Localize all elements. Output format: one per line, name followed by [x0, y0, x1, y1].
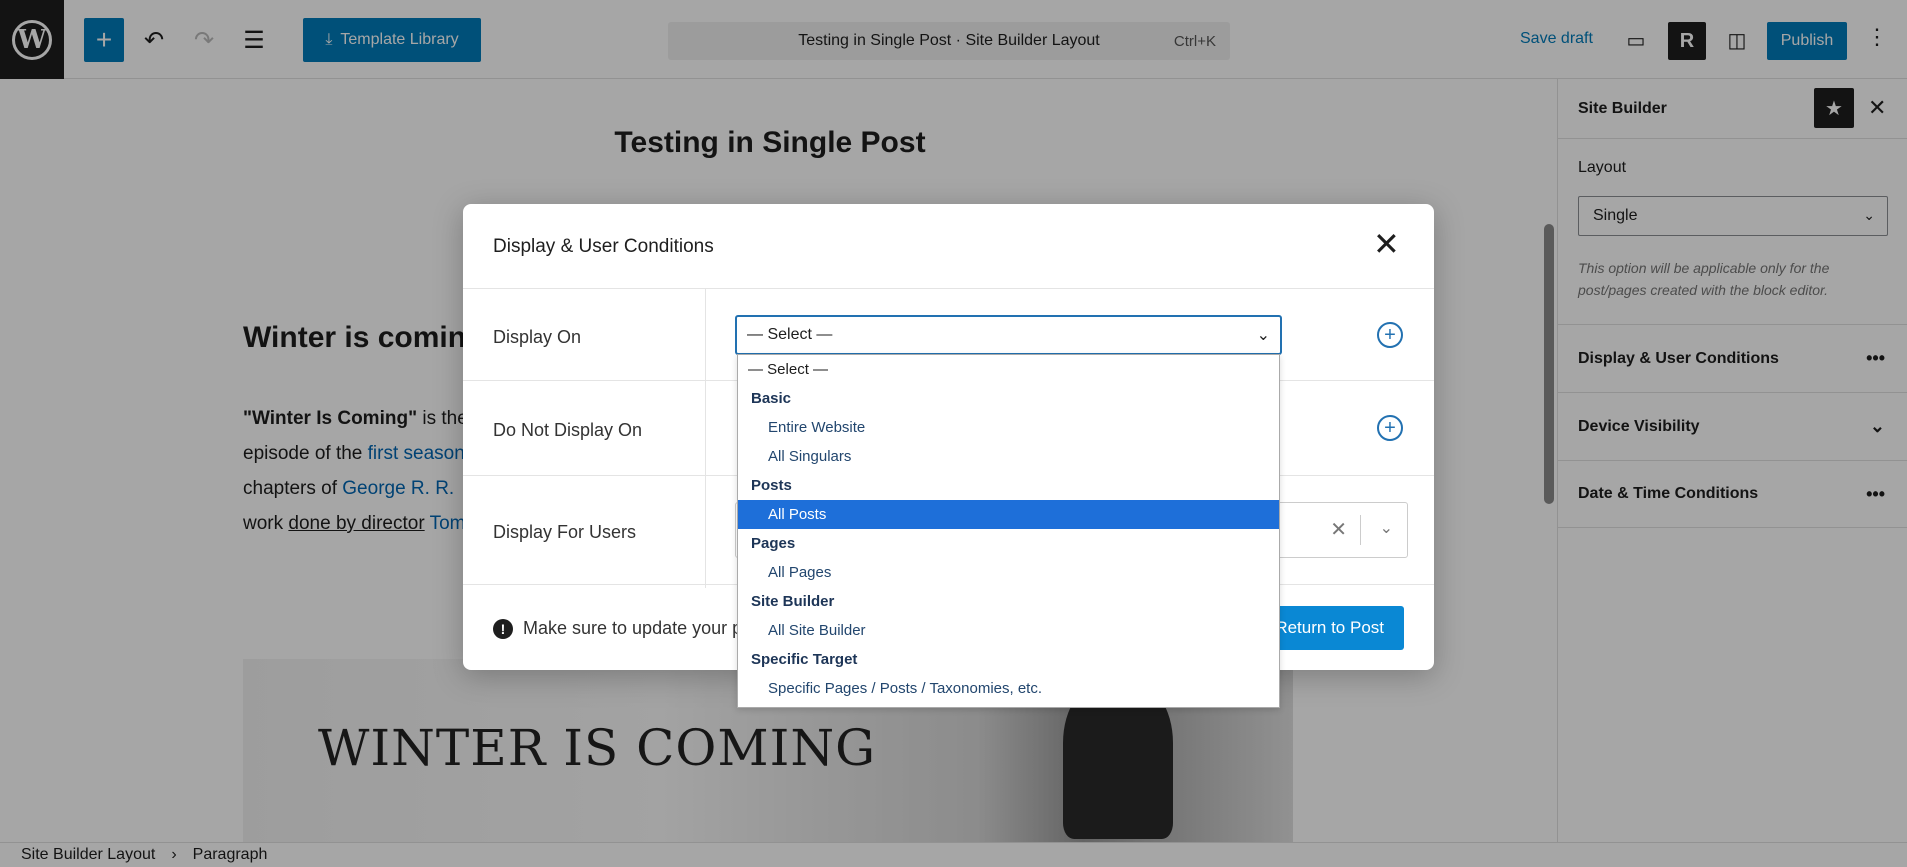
add-exclusion-rule-icon[interactable]: +	[1377, 415, 1403, 441]
display-on-dropdown: — Select — Basic Entire Website All Sing…	[737, 354, 1280, 708]
dropdown-option-entire-website[interactable]: Entire Website	[738, 413, 1279, 442]
chevron-down-icon: ⌄	[1256, 327, 1270, 344]
add-display-rule-icon[interactable]: +	[1377, 322, 1403, 348]
dropdown-group-specific-target: Specific Target	[751, 651, 858, 668]
display-for-users-label: Display For Users	[493, 522, 637, 542]
dropdown-option-all-site-builder[interactable]: All Site Builder	[738, 616, 1279, 645]
alert-icon: !	[493, 618, 513, 639]
dropdown-group-basic: Basic	[751, 390, 792, 407]
dropdown-option-all-singulars[interactable]: All Singulars	[738, 442, 1279, 471]
dropdown-option-all-posts[interactable]: All Posts	[738, 500, 1279, 529]
dropdown-option-all-pages[interactable]: All Pages	[738, 558, 1279, 587]
chevron-down-icon[interactable]: ⌄	[1380, 518, 1393, 538]
select-separator	[1360, 515, 1361, 545]
update-warning: ! Make sure to update your p	[493, 618, 742, 639]
dropdown-group-site-builder: Site Builder	[751, 593, 835, 610]
do-not-display-on-label: Do Not Display On	[493, 420, 643, 440]
dropdown-group-posts: Posts	[751, 477, 792, 494]
display-on-label: Display On	[493, 327, 582, 347]
dropdown-option-select[interactable]: — Select —	[738, 355, 1279, 384]
modal-divider	[463, 288, 1434, 289]
column-divider	[705, 288, 706, 588]
dropdown-group-pages: Pages	[751, 535, 796, 552]
select-value: — Select —	[747, 326, 833, 343]
display-on-select[interactable]: — Select — ⌄	[735, 315, 1282, 355]
modal-title: Display & User Conditions	[493, 236, 714, 257]
warning-text: Make sure to update your p	[523, 618, 743, 638]
dropdown-option-specific-targets[interactable]: Specific Pages / Posts / Taxonomies, etc…	[738, 674, 1279, 703]
clear-icon[interactable]: ✕	[1330, 517, 1347, 542]
modal-close-icon[interactable]: ✕	[1373, 228, 1400, 260]
